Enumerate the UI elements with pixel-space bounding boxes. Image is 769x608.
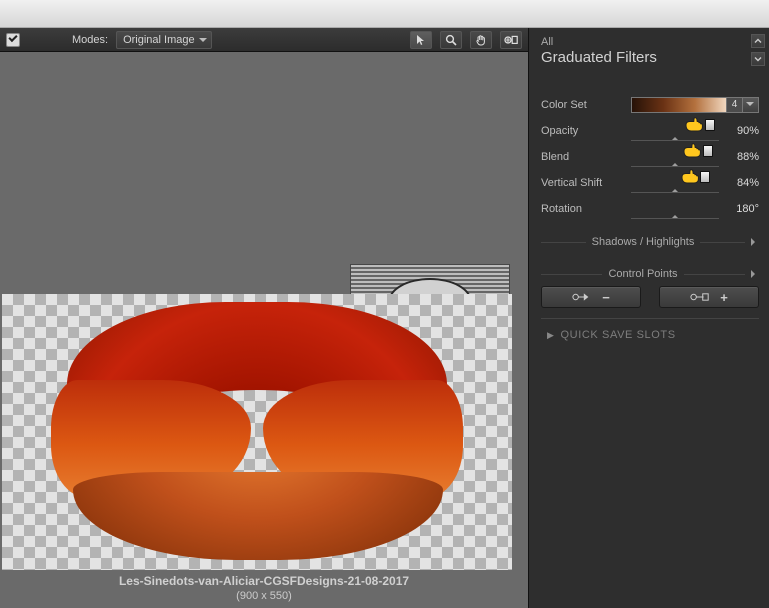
quick-save-label: QUICK SAVE SLOTS [561,329,676,341]
rotation-slider[interactable] [631,198,719,220]
plus-icon: + [720,291,728,304]
blend-value: 88% [725,151,759,163]
canvas-panel: Modes: Original Image claudia [0,28,528,608]
chevron-right-icon: ▶ [547,330,555,341]
panel-prev-button[interactable] [751,34,765,48]
viewport[interactable]: claudia Les-Sinedots-van-Aliciar-CGSFDes… [0,52,528,608]
canvas-toolbar: Modes: Original Image [0,28,528,52]
blend-row: Blend 88% [541,144,759,170]
rotation-value: 180° [725,203,759,215]
blend-label: Blend [541,151,631,163]
compare-tool-button[interactable] [500,31,522,49]
remove-control-point-button[interactable]: − [541,286,641,308]
hand-tool-button[interactable] [470,31,492,49]
window-titlebar [0,0,769,28]
vertical-shift-slider[interactable] [631,172,719,194]
panel-header: All Graduated Filters [529,28,769,72]
color-set-swatch[interactable] [631,97,727,113]
opacity-value: 90% [725,125,759,137]
opacity-label: Opacity [541,125,631,137]
blend-slider[interactable] [631,146,719,168]
opacity-row: Opacity 90% [541,118,759,144]
control-point-icon [690,292,710,302]
control-point-icon [572,292,592,302]
opacity-thumb[interactable] [705,119,715,131]
document-dimensions: (900 x 550) [0,590,528,602]
blend-thumb[interactable] [703,145,713,157]
vertical-shift-row: Vertical Shift 84% [541,170,759,196]
artwork [47,302,467,562]
shadows-highlights-label: Shadows / Highlights [592,236,695,248]
document-caption: Les-Sinedots-van-Aliciar-CGSFDesigns-21-… [0,574,528,602]
vertical-shift-value: 84% [725,177,759,189]
add-control-point-button[interactable]: + [659,286,759,308]
color-set-index: 4 [727,97,743,113]
panel-title: Graduated Filters [541,49,749,66]
panel-next-button[interactable] [751,52,765,66]
panel-section-label: All [541,36,749,48]
modes-label: Modes: [72,34,108,46]
color-set-row: Color Set 4 [541,92,759,118]
color-set-label: Color Set [541,99,631,111]
modes-dropdown[interactable]: Original Image [116,31,212,49]
select-tool-button[interactable] [410,31,432,49]
panel-body: Color Set 4 Opacity 90% [529,72,769,349]
vertical-shift-label: Vertical Shift [541,177,631,189]
checkmark-icon[interactable] [6,33,20,47]
expand-icon[interactable] [751,238,759,246]
rotation-row: Rotation 180° [541,196,759,222]
opacity-slider[interactable] [631,120,719,142]
rotation-label: Rotation [541,203,631,215]
control-points-separator: Control Points [541,268,759,280]
vertical-shift-thumb[interactable] [700,171,710,183]
modes-dropdown-value: Original Image [123,34,195,46]
workspace: Modes: Original Image claudia [0,28,769,608]
document-filename: Les-Sinedots-van-Aliciar-CGSFDesigns-21-… [0,574,528,588]
zoom-tool-button[interactable] [440,31,462,49]
quick-save-slots-header[interactable]: ▶ QUICK SAVE SLOTS [541,318,759,341]
shadows-highlights-separator: Shadows / Highlights [541,236,759,248]
sidebar: All Graduated Filters Color Set 4 Opacit… [528,28,769,608]
minus-icon: − [602,291,610,304]
document-canvas [2,294,512,570]
expand-icon[interactable] [751,270,759,278]
control-points-label: Control Points [608,268,677,280]
color-set-dropdown-button[interactable] [743,97,759,113]
